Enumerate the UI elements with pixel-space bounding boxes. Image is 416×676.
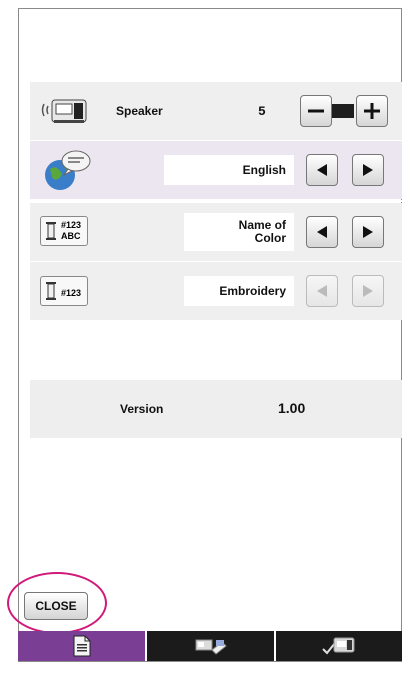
speaker-label: Speaker bbox=[116, 104, 163, 118]
page-icon bbox=[73, 635, 90, 657]
version-panel: Version 1.00 bbox=[30, 380, 402, 438]
thread-name-icon: #123 ABC bbox=[40, 216, 88, 246]
thread-number-icon: #123 bbox=[40, 276, 88, 306]
version-value: 1.00 bbox=[278, 400, 306, 416]
thread-display-value: Name of Color bbox=[184, 213, 294, 251]
separator bbox=[30, 200, 402, 202]
volume-decrease-button[interactable] bbox=[300, 95, 332, 127]
tab-sewing-embroidery[interactable] bbox=[147, 631, 274, 661]
machine-settings-icon bbox=[322, 637, 355, 655]
thread-display-next-button[interactable] bbox=[352, 216, 384, 248]
thread-display-previous-button[interactable] bbox=[306, 216, 338, 248]
thread-display-value-text: Name of Color bbox=[238, 218, 286, 245]
language-previous-button[interactable] bbox=[306, 154, 338, 186]
thread-number-text: #123 bbox=[61, 220, 82, 230]
tab-machine-settings[interactable] bbox=[276, 631, 402, 661]
bottom-tab-bar bbox=[18, 631, 402, 661]
version-label: Version bbox=[120, 402, 164, 416]
thread-number-next-button[interactable] bbox=[352, 275, 384, 307]
sewing-embroidery-icon bbox=[195, 639, 227, 655]
thread-name-text: ABC bbox=[61, 231, 81, 241]
tab-page[interactable] bbox=[18, 631, 145, 661]
thread-color-display-row: #123 ABC Name of Color bbox=[30, 203, 402, 261]
volume-level-bar bbox=[332, 104, 354, 118]
speaker-volume-value: 5 bbox=[258, 104, 266, 119]
speaker-row: Speaker 5 bbox=[30, 82, 402, 140]
thread-number-row: #123 Embroidery bbox=[30, 262, 402, 320]
close-button[interactable]: CLOSE bbox=[24, 592, 88, 620]
volume-increase-button[interactable] bbox=[356, 95, 388, 127]
language-next-button[interactable] bbox=[352, 154, 384, 186]
thread-number-value: Embroidery bbox=[184, 276, 294, 306]
thread-number-text: #123 bbox=[61, 288, 82, 298]
globe-speech-icon bbox=[40, 147, 94, 198]
thread-number-previous-button[interactable] bbox=[306, 275, 338, 307]
language-value: English bbox=[164, 155, 294, 185]
speaker-machine-icon bbox=[40, 94, 88, 124]
language-row: English bbox=[30, 141, 402, 199]
